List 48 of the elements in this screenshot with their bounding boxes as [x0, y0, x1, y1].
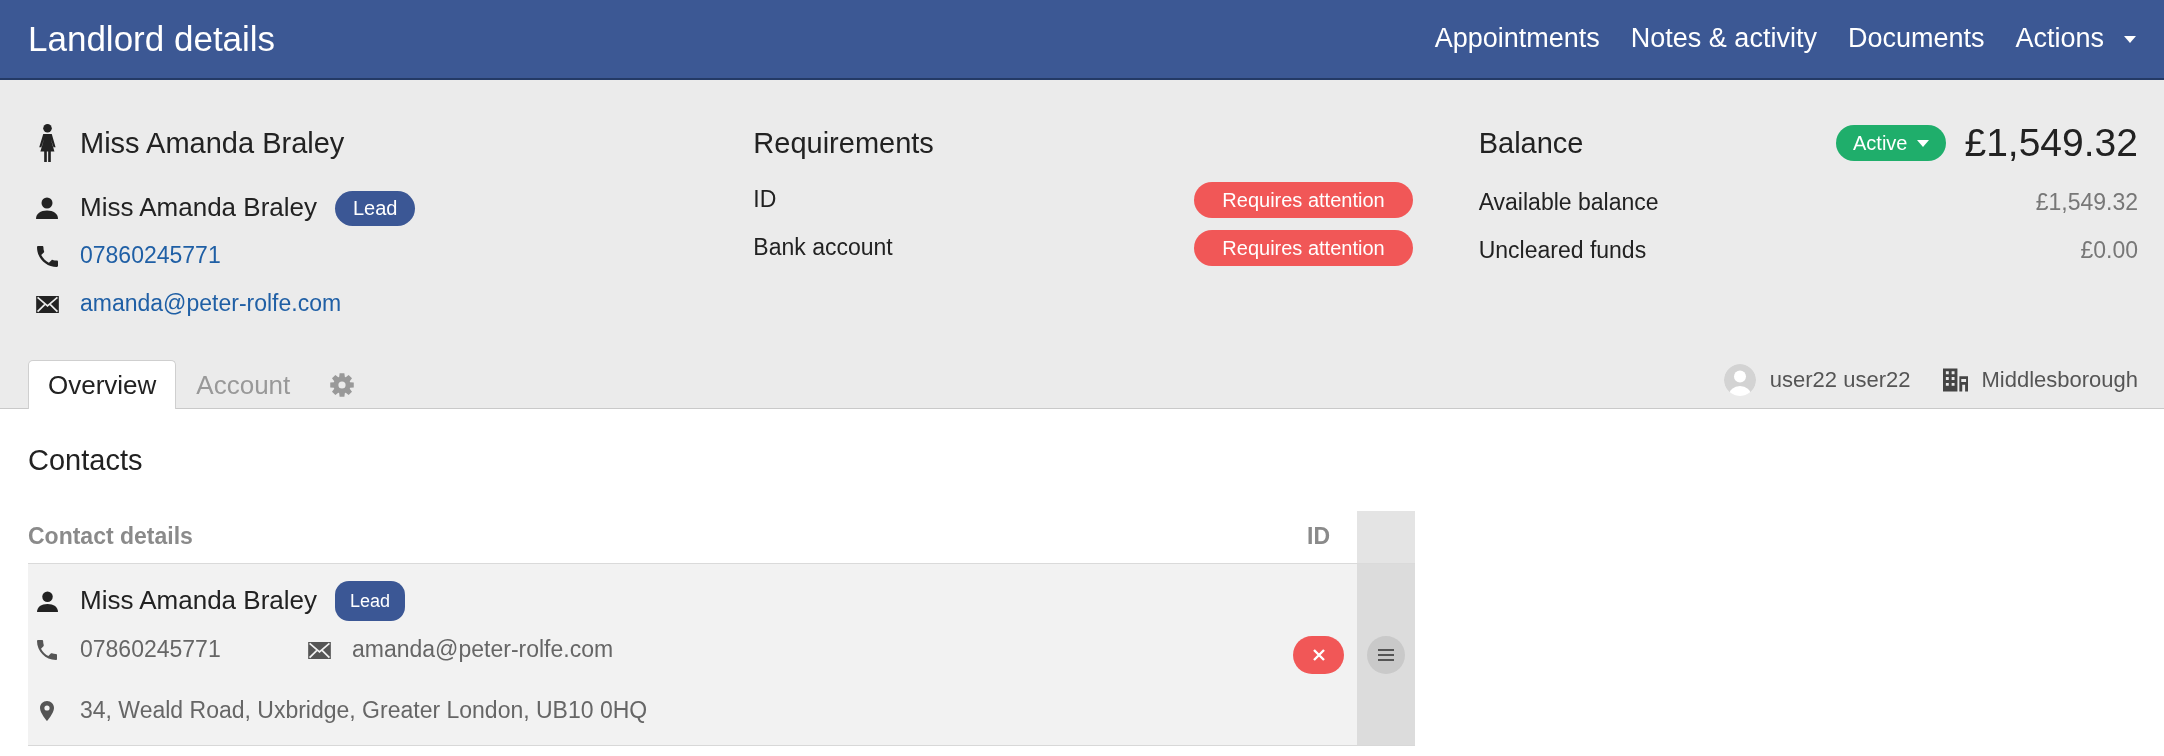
envelope-icon	[308, 641, 331, 659]
gear-icon	[330, 373, 355, 397]
nav-link[interactable]: Notes & activity	[1630, 21, 1817, 57]
envelope-icon	[35, 295, 59, 313]
contact-address: 34, Weald Road, Uxbridge, Greater London, UB10 0HQ	[80, 697, 648, 725]
requirement-status: Requires attention	[1194, 182, 1413, 218]
lead-tag: Lead	[335, 190, 416, 226]
cross-icon	[1312, 648, 1325, 661]
caret-icon	[2124, 35, 2136, 43]
landlord-name: Miss Amanda Braley	[80, 125, 345, 161]
requirement-label: ID	[753, 186, 777, 214]
requirement-status: Requires attention	[1194, 230, 1413, 266]
menu-button[interactable]	[1367, 635, 1405, 674]
building-icon	[1943, 368, 1969, 392]
tab[interactable]: Overview	[28, 360, 177, 409]
woman-icon	[37, 124, 57, 162]
user-avatar-icon	[1723, 364, 1756, 396]
balance-label: Available balance	[1478, 189, 1659, 217]
phone-icon	[36, 245, 58, 267]
map-pin-icon	[40, 701, 54, 721]
section-heading: Contacts	[28, 443, 144, 478]
phone-link[interactable]: 07860245771	[80, 242, 221, 270]
phone-icon	[37, 640, 57, 660]
assigned-user: user22 user22	[1769, 366, 1911, 394]
person-icon	[36, 197, 58, 219]
balance-value: £0.00	[2080, 237, 2138, 265]
section-heading: Requirements	[753, 125, 934, 161]
branch-name: Middlesborough	[1981, 366, 2138, 394]
section-heading: Balance	[1478, 125, 1584, 161]
person-icon	[36, 590, 58, 612]
actions-menu[interactable]: Actions	[2015, 21, 2136, 57]
lead-tag: Lead	[335, 581, 406, 621]
contact-name: Miss Amanda Braley	[80, 585, 317, 617]
caret-icon	[1917, 139, 1930, 147]
page-title: Landlord details	[28, 18, 276, 60]
column-header: ID	[1307, 523, 1330, 551]
balance-amount: £1,549.32	[1964, 119, 2138, 166]
balance-value: £1,549.32	[2035, 189, 2138, 217]
balance-label: Uncleared funds	[1478, 237, 1647, 265]
requirement-label: Bank account	[753, 234, 893, 262]
menu-icon	[1378, 648, 1394, 661]
column-header: Contact details	[28, 523, 193, 551]
contact-phone: 07860245771	[80, 636, 222, 664]
contact-email: amanda@peter-rolfe.com	[352, 636, 614, 664]
nav-link[interactable]: Documents	[1847, 21, 1985, 57]
email-link[interactable]: amanda@peter-rolfe.com	[80, 290, 342, 318]
contact-name: Miss Amanda Braley	[80, 192, 317, 224]
nav-link[interactable]: Appointments	[1434, 21, 1600, 57]
